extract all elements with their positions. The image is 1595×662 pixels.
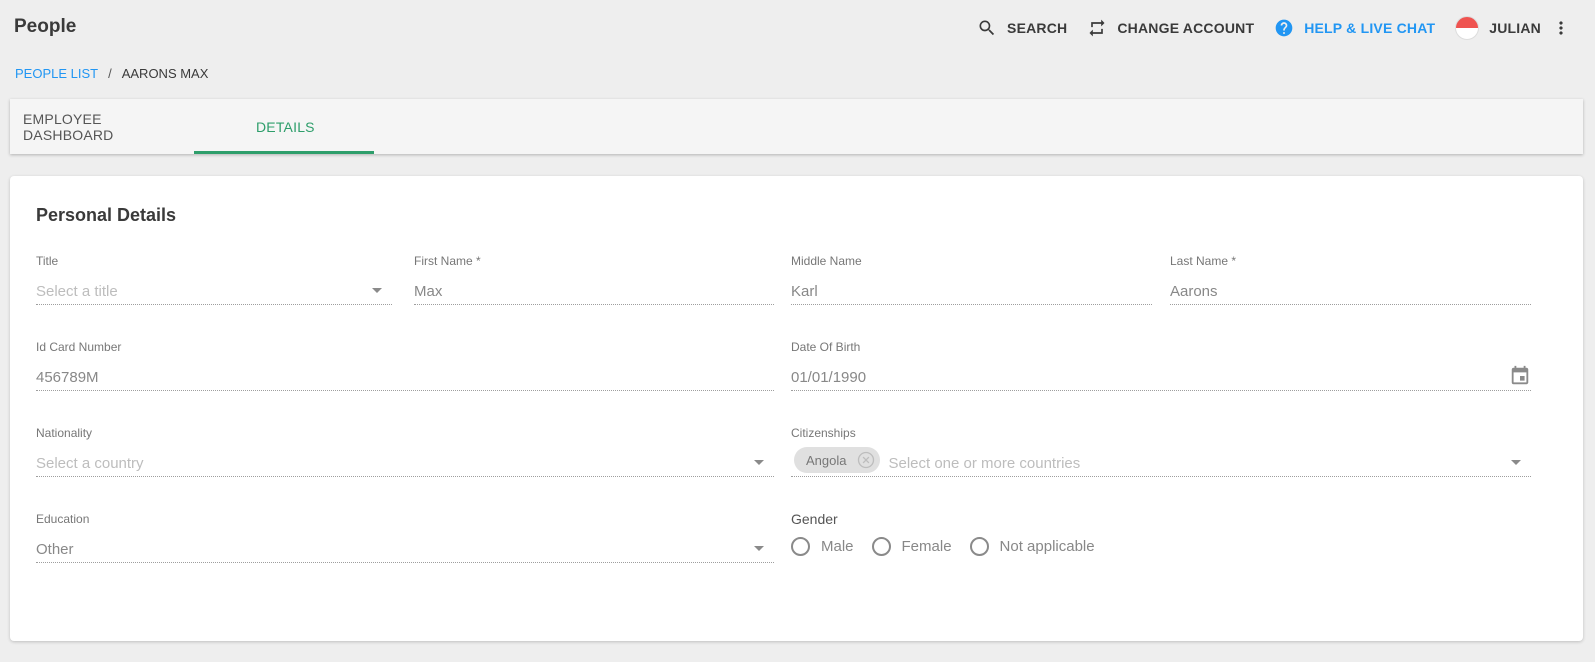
dropdown-arrow-icon [1511,460,1521,465]
citizenships-label: Citizenships [791,426,856,440]
last-name-input[interactable]: Aarons [1170,278,1531,305]
radio-button[interactable] [791,537,810,556]
calendar-icon[interactable] [1509,365,1531,387]
dob-value: 01/01/1990 [791,368,867,386]
first-name-label: First Name * [414,254,481,268]
breadcrumb: PEOPLE LIST / AARONS MAX [15,66,208,81]
personal-details-card: Personal Details Title Select a title Fi… [10,176,1583,641]
search-label: SEARCH [1007,20,1068,36]
title-select[interactable]: Select a title [36,278,392,305]
gender-option-not-applicable[interactable]: Not applicable [969,537,1095,556]
gender-option-label: Female [901,538,952,555]
last-name-field: Last Name * Aarons [1170,254,1531,305]
id-card-field: Id Card Number 456789M [36,340,774,391]
section-title: Personal Details [36,205,177,225]
tab-bar: EMPLOYEE DASHBOARD DETAILS [10,99,1583,154]
remove-chip-icon[interactable] [856,450,876,470]
first-name-value: Max [414,282,443,300]
user-menu-button[interactable]: JULIAN [1455,16,1541,40]
gender-option-female[interactable]: Female [871,537,952,556]
help-icon [1274,18,1294,38]
top-actions: SEARCH CHANGE ACCOUNT HELP & LIVE CHAT J… [957,14,1571,42]
gender-option-label: Male [821,538,854,555]
help-live-chat-button[interactable]: HELP & LIVE CHAT [1274,18,1435,38]
nationality-placeholder: Select a country [36,454,144,472]
middle-name-field: Middle Name Karl [791,254,1152,305]
middle-name-input[interactable]: Karl [791,278,1152,305]
middle-name-label: Middle Name [791,254,862,268]
user-name: JULIAN [1489,20,1541,36]
chip-label: Angola [806,452,847,468]
more-vert-icon[interactable] [1551,18,1571,38]
nationality-field: Nationality Select a country [36,426,774,477]
breadcrumb-people-list[interactable]: PEOPLE LIST [15,66,98,81]
citizenships-select[interactable]: Angola Select one or more countries [791,447,1531,477]
gender-label: Gender [791,511,838,527]
nationality-select[interactable]: Select a country [36,450,774,477]
id-card-label: Id Card Number [36,340,122,354]
id-card-input[interactable]: 456789M [36,364,774,391]
first-name-field: First Name * Max [414,254,774,305]
radio-button[interactable] [969,537,989,556]
dob-field: Date Of Birth 01/01/1990 [791,340,1531,391]
citizenships-placeholder: Select one or more countries [888,454,1081,472]
first-name-input[interactable]: Max [414,278,774,305]
gender-option-label: Not applicable [999,538,1095,555]
help-label: HELP & LIVE CHAT [1304,20,1436,36]
title-label: Title [36,254,59,268]
radio-button[interactable] [871,537,891,556]
last-name-label: Last Name * [1170,254,1237,268]
breadcrumb-separator: / [108,66,112,81]
education-field: Education Other [36,512,774,563]
education-value: Other [36,540,74,558]
education-label: Education [36,512,90,526]
dob-input[interactable]: 01/01/1990 [791,364,1531,391]
change-account-label: CHANGE ACCOUNT [1117,20,1255,36]
dropdown-arrow-icon [372,288,382,293]
title-placeholder: Select a title [36,282,118,300]
education-select[interactable]: Other [36,536,774,563]
gender-field: Gender Male Female Not applicable [791,511,1531,556]
search-button[interactable]: SEARCH [977,18,1067,38]
tab-employee-dashboard[interactable]: EMPLOYEE DASHBOARD [10,99,194,154]
title-field: Title Select a title [36,254,392,305]
dob-label: Date Of Birth [791,340,861,354]
citizenships-field: Citizenships Angola Select one or more c… [791,426,1531,477]
tab-details[interactable]: DETAILS [194,99,374,154]
dropdown-arrow-icon [754,460,764,465]
nationality-label: Nationality [36,426,93,440]
avatar [1455,16,1480,40]
change-account-button[interactable]: CHANGE ACCOUNT [1087,18,1254,38]
chip-angola: Angola [794,447,881,473]
id-card-value: 456789M [36,368,99,386]
gender-option-male[interactable]: Male [791,537,854,556]
app-title: People [14,16,77,37]
breadcrumb-current: AARONS MAX [121,66,209,81]
last-name-value: Aarons [1170,282,1218,300]
swap-icon [1087,18,1107,38]
middle-name-value: Karl [791,282,818,300]
dropdown-arrow-icon [754,546,764,551]
search-icon [977,18,997,38]
top-bar: People SEARCH CHANGE ACCOUNT HELP & LIVE… [0,0,1595,56]
gender-radio-group: Male Female Not applicable [791,537,1531,556]
